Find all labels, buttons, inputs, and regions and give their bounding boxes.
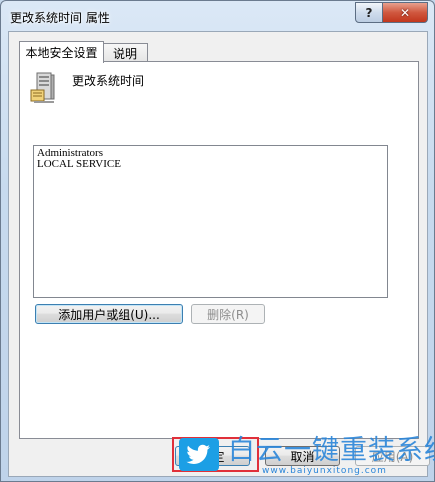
dialog-client-area: 本地安全设置 说明 更改系统时间 Administrators LOCAL SE… — [8, 31, 430, 477]
tab-panel: 更改系统时间 Administrators LOCAL SERVICE 添加用户… — [19, 61, 419, 439]
tab-local-security-setting[interactable]: 本地安全设置 — [19, 41, 104, 63]
watermark-url: www.baiyunxitong.com — [262, 466, 387, 476]
twitter-bird-icon — [179, 438, 219, 471]
close-button[interactable]: ✕ — [383, 2, 428, 23]
computer-icon — [30, 72, 55, 103]
caption-buttons: ? ✕ — [355, 2, 428, 23]
window-title: 更改系统时间 属性 — [10, 11, 110, 25]
policy-name: 更改系统时间 — [72, 74, 145, 88]
list-item[interactable]: LOCAL SERVICE — [37, 159, 384, 170]
add-user-or-group-button[interactable]: 添加用户或组(U)... — [35, 304, 183, 324]
tab-explain[interactable]: 说明 — [102, 43, 148, 63]
title-bar[interactable]: 更改系统时间 属性 ? ✕ — [1, 1, 434, 31]
user-list-box[interactable]: Administrators LOCAL SERVICE — [33, 145, 388, 298]
remove-button[interactable]: 删除(R) — [191, 304, 265, 324]
watermark-title: 白云一键重装系统 — [228, 435, 435, 466]
help-button[interactable]: ? — [355, 2, 383, 23]
properties-dialog: 更改系统时间 属性 ? ✕ 本地安全设置 说明 更改系统时间 Administr — [0, 0, 435, 482]
